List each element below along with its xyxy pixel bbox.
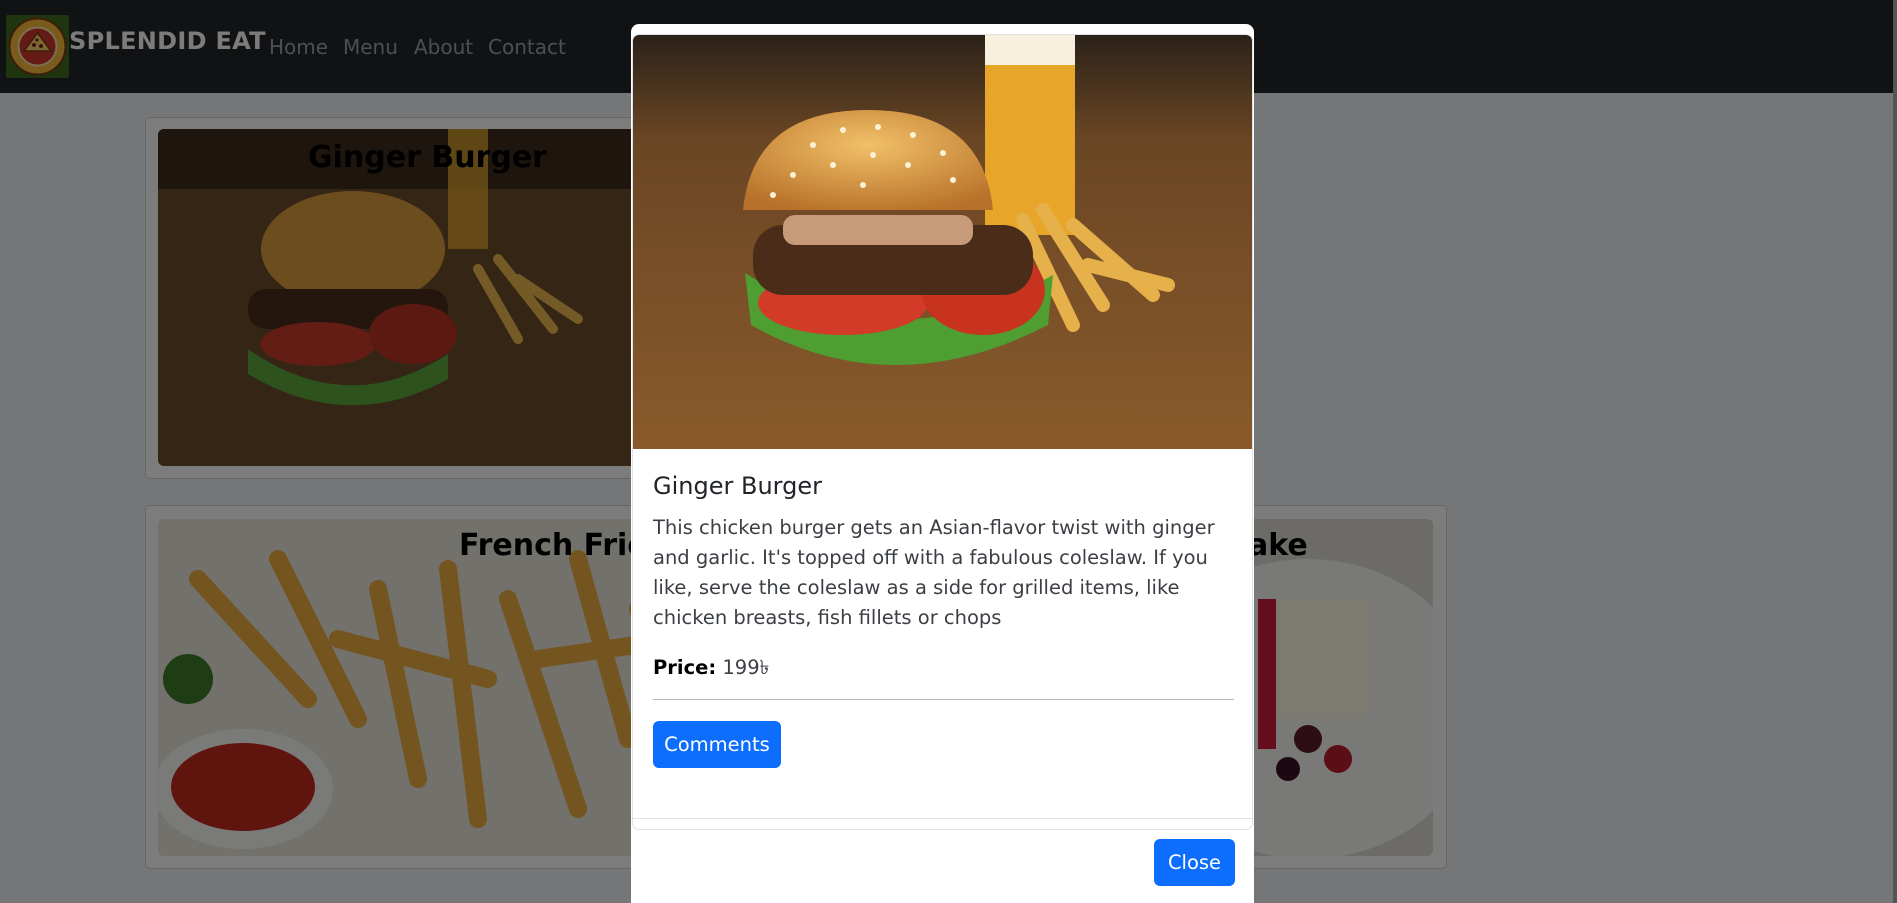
modal-item-image <box>633 35 1252 449</box>
price-value: 199৳ <box>722 656 770 679</box>
modal-item-title: Ginger Burger <box>653 472 822 500</box>
close-button[interactable]: Close <box>1154 839 1235 886</box>
modal-item-price: Price: 199৳ <box>653 654 769 686</box>
modal-footer-divider <box>631 818 1254 819</box>
modal-item-description: This chicken burger gets an Asian-flavor… <box>653 516 1215 629</box>
item-detail-modal: Ginger Burger This chicken burger gets a… <box>631 24 1254 903</box>
modal-item-card: Ginger Burger This chicken burger gets a… <box>632 34 1253 830</box>
divider <box>653 699 1234 700</box>
scrollbar[interactable] <box>1893 0 1897 903</box>
comments-button[interactable]: Comments <box>653 721 781 768</box>
price-label: Price: <box>653 656 717 679</box>
